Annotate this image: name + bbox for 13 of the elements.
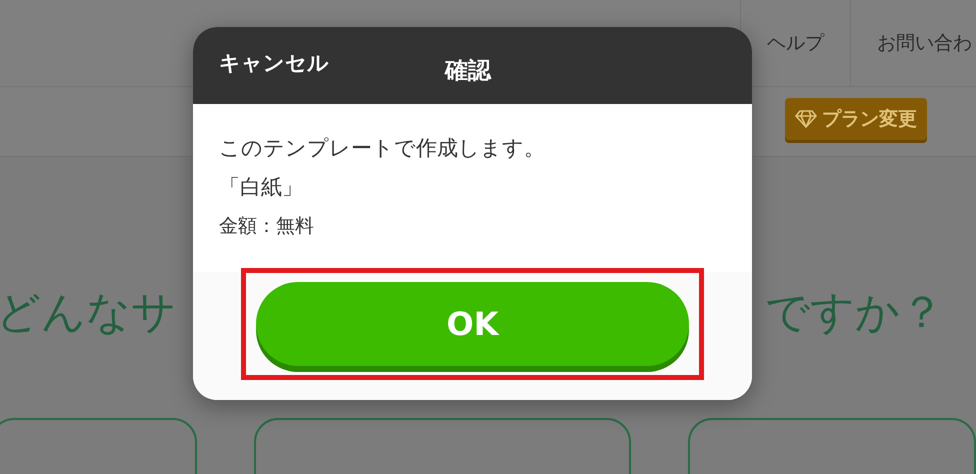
cancel-button[interactable]: キャンセル <box>219 49 329 77</box>
card-background[interactable] <box>254 418 632 474</box>
message-text: このテンプレートで作成します。 <box>219 135 546 162</box>
nav-link[interactable]: お問い合わ <box>850 0 976 86</box>
card-background[interactable] <box>688 418 976 474</box>
headline-text: どんなサ <box>0 286 176 340</box>
plan-change-button[interactable]: プラン変更 <box>785 98 927 140</box>
diamond-icon <box>795 108 817 128</box>
ok-button[interactable]: OK <box>256 282 689 366</box>
message-text: 「白紙」 <box>219 174 304 201</box>
dialog-title: 確認 <box>445 57 491 86</box>
message-text: 金額：無料 <box>219 214 315 239</box>
headline-text: ですか？ <box>765 286 944 340</box>
